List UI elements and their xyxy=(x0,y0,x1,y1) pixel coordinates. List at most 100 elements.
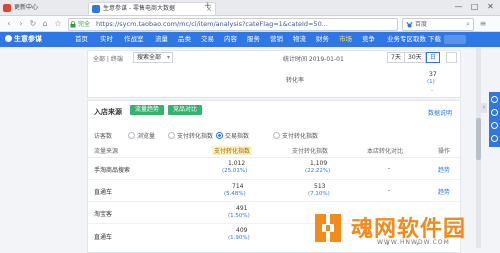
baidu-paw-icon xyxy=(406,22,413,28)
table-cell-percent: (1.90%) xyxy=(228,235,250,241)
brand-icon xyxy=(5,35,12,42)
menu-icon[interactable]: ≡ xyxy=(478,18,488,29)
chevron-down-icon: ▾ xyxy=(167,54,171,61)
nav-item-logistics[interactable]: 物流 xyxy=(293,32,306,47)
data-explanation-link[interactable]: 数据说明 xyxy=(428,108,452,117)
close-window-button[interactable]: ✕ xyxy=(484,2,497,13)
table-cell-percent: (1.50%) xyxy=(228,213,250,219)
filter-label: 交易指数 xyxy=(225,133,250,140)
new-tab-icon[interactable]: + xyxy=(204,1,212,11)
feedback-icon[interactable] xyxy=(491,122,498,129)
maximize-button[interactable]: □ xyxy=(468,2,481,13)
phone-icon[interactable] xyxy=(491,109,498,116)
range-30-days-button[interactable]: 30天 xyxy=(404,52,426,63)
nav-item-data-fetch[interactable]: 取数 xyxy=(413,32,426,47)
back-to-top-icon[interactable] xyxy=(491,135,498,142)
traffic-trend-button[interactable]: 流量趋势 xyxy=(130,105,165,115)
radio-checked-icon xyxy=(216,132,223,139)
summary-dash: - xyxy=(431,87,434,94)
user-avatar[interactable] xyxy=(444,35,466,44)
watermark-logo-icon xyxy=(315,214,341,242)
row-divider xyxy=(88,179,460,180)
radio-icon xyxy=(273,132,280,139)
chat-icon[interactable] xyxy=(491,96,498,103)
nav-item-finance[interactable]: 财务 xyxy=(316,32,329,47)
scrollbar-thumb[interactable] xyxy=(476,118,481,160)
refresh-icon[interactable]: ↻ xyxy=(28,18,38,29)
terminal-select-value: 搜索全部 xyxy=(137,54,162,61)
radio-icon xyxy=(168,132,175,139)
prev-arrow-icon[interactable]: ‹ xyxy=(386,239,389,248)
browser-tab-sycm[interactable]: 生意参谋 - 零售电商大数据 × xyxy=(88,2,216,15)
nav-item-marketing[interactable]: 营销 xyxy=(270,32,283,47)
back-arrow-icon[interactable]: ‹ xyxy=(4,18,14,29)
trend-link[interactable]: 趋势 xyxy=(438,165,450,174)
column-header-metric-1[interactable]: 支付转化指数 xyxy=(212,146,253,155)
collapse-arrow-icon[interactable]: ‹ xyxy=(481,103,487,113)
table-row-source: 直通车 xyxy=(94,234,113,241)
nav-item-home[interactable]: 首页 xyxy=(75,32,88,47)
nav-item-business-zone[interactable]: 业务专区 xyxy=(387,32,413,47)
table-row-source: 淘宝客 xyxy=(94,211,113,218)
next-arrow-icon[interactable]: › xyxy=(416,239,419,248)
browser-tab-update-center[interactable]: 更新中心 xyxy=(0,2,100,14)
nav-item-service[interactable]: 服务 xyxy=(247,32,260,47)
tab-label: 更新中心 xyxy=(14,4,39,11)
filter-visitors[interactable]: 访客数 xyxy=(94,131,112,140)
nav-item-market[interactable]: 市场 xyxy=(339,32,352,47)
star-icon[interactable]: ☆ xyxy=(53,18,63,29)
nav-item-content[interactable]: 内容 xyxy=(224,32,237,47)
summary-panel: 全部 | 终端 搜索全部 ▾ 统计时间 2019-01-01 7天 30天 日 … xyxy=(87,50,461,98)
terminal-filter-label: 全部 | 终端 xyxy=(93,56,123,63)
nav-item-category[interactable]: 品类 xyxy=(178,32,191,47)
summary-value: 37 xyxy=(429,71,437,78)
nav-item-traffic[interactable]: 流量 xyxy=(155,32,168,47)
summary-value-percent: (1) xyxy=(427,79,435,85)
table-cell-value: 491 xyxy=(236,205,248,212)
url-text[interactable]: https://sycm.taobao.com/mc/ci/item/analy… xyxy=(96,19,391,30)
calendar-icon[interactable] xyxy=(446,52,457,63)
competitor-compare-button[interactable]: 竞品对比 xyxy=(168,105,203,115)
home-icon[interactable]: ⌂ xyxy=(40,18,50,29)
table-row-source: 手淘商品搜索 xyxy=(94,167,131,174)
filter-pageviews[interactable]: 浏览量 xyxy=(128,131,155,140)
bottom-nav: ‹ › xyxy=(386,239,419,248)
table-cell-percent: (7.10%) xyxy=(308,191,330,197)
table-cell-percent: (25.01%) xyxy=(222,168,248,174)
column-header-metric-2[interactable]: 支付转化指数 xyxy=(292,146,328,155)
nav-item-trade[interactable]: 交易 xyxy=(201,32,214,47)
sycm-favicon-icon xyxy=(92,5,100,13)
browser-titlebar: 更新中心 生意参谋 - 零售电商大数据 × + — □ ✕ xyxy=(0,0,500,16)
filter-pay-conversion-2[interactable]: 支付转化指数 xyxy=(273,131,318,140)
table-cell-percent: (5.48%) xyxy=(224,191,246,197)
browser-search-box[interactable]: 百度 ⌕ xyxy=(402,18,474,31)
table-cell-value: 513 xyxy=(314,183,326,190)
filter-label: 支付转化指数 xyxy=(177,133,214,140)
security-badge: 完全 xyxy=(78,21,91,28)
minimize-button[interactable]: — xyxy=(452,2,465,13)
filter-pay-conversion[interactable]: 支付转化指数 xyxy=(168,131,213,140)
search-engine-label: 百度 xyxy=(415,21,428,28)
terminal-select[interactable]: 搜索全部 ▾ xyxy=(133,52,174,63)
conversion-rate-label: 转化率 xyxy=(286,77,305,84)
table-header: 流量来源 支付转化指数 支付转化指数 本店转化对比 操作 xyxy=(88,143,460,158)
table-cell-value: 1,012 xyxy=(228,160,246,167)
side-toolbar xyxy=(489,92,500,147)
filter-label: 浏览量 xyxy=(137,133,156,140)
range-day-button[interactable]: 日 xyxy=(426,52,441,63)
nav-item-competition[interactable]: 竞争 xyxy=(362,32,375,47)
filter-trade-index[interactable]: 交易指数 xyxy=(216,131,249,140)
range-7-days-button[interactable]: 7天 xyxy=(387,52,405,63)
section-title: 入店来源 xyxy=(94,108,122,116)
nav-item-realtime[interactable]: 实时 xyxy=(100,32,113,47)
address-bar[interactable]: 完全 https://sycm.taobao.com/mc/ci/item/an… xyxy=(68,18,398,31)
brand-logo[interactable]: 生意参谋 xyxy=(5,32,42,47)
nav-item-warroom[interactable]: 作战室 xyxy=(124,32,144,47)
trend-link[interactable]: 趋势 xyxy=(438,187,450,196)
column-header-source: 流量来源 xyxy=(94,148,119,155)
table-cell-percent: (22.22%) xyxy=(305,168,331,174)
nav-item-download[interactable]: 下载 xyxy=(428,32,441,47)
update-center-favicon-icon xyxy=(3,4,11,12)
search-icon[interactable]: ⌕ xyxy=(466,19,470,30)
forward-arrow-icon[interactable]: › xyxy=(16,18,26,29)
